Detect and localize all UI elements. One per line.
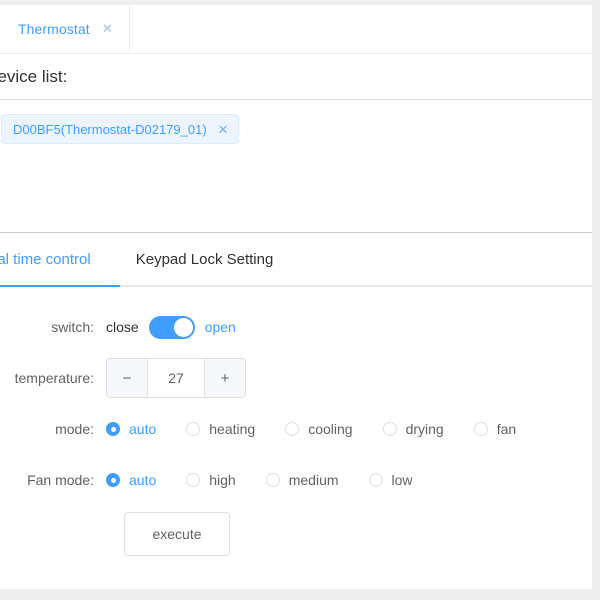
form-row-mode: mode: auto heating cooling drying fan [0,409,592,449]
temperature-stepper[interactable]: − 27 + [106,358,246,398]
device-list-title: device list: [0,54,592,100]
switch-control: close open [106,315,236,339]
execute-button[interactable]: execute [124,512,230,556]
fan-mode-option-auto[interactable]: auto [106,472,156,488]
close-icon[interactable]: ✕ [218,123,229,136]
mode-option-heating-label: heating [209,421,256,437]
document-tab-strip: Thermostat ✕ [0,5,592,54]
fan-mode-option-high-label: high [209,472,236,488]
mode-option-fan-label: fan [496,421,517,437]
device-list-title-text: device list: [0,66,68,86]
radio-icon [265,473,280,487]
app-page: Thermostat ✕ device list: D00BF5(Thermos… [0,5,592,589]
radio-icon [106,422,120,436]
tabs-active-indicator [0,285,120,287]
mode-option-cooling[interactable]: cooling [285,421,353,437]
tab-keypad-lock-setting[interactable]: Keypad Lock Setting [136,251,274,268]
radio-icon [186,422,201,436]
fan-mode-option-auto-label: auto [129,472,157,488]
fan-mode-label: Fan mode: [27,472,94,488]
plus-icon[interactable]: + [204,359,245,397]
radio-icon [186,473,201,487]
device-list-section: device list: D00BF5(Thermostat-D02179_01… [0,54,592,233]
document-tab-thermostat[interactable]: Thermostat ✕ [0,5,130,52]
fan-mode-radio-group: auto high medium low [106,472,443,488]
fan-mode-option-high[interactable]: high [186,472,236,488]
submit-row: execute [0,512,592,556]
mode-option-auto[interactable]: auto [106,421,156,437]
radio-icon [382,422,397,436]
mode-radio-group: auto heating cooling drying fan [106,421,546,437]
mode-option-cooling-label: cooling [308,421,353,437]
radio-icon [285,422,300,436]
tab-keypad-lock-setting-label: Keypad Lock Setting [135,251,274,268]
mode-option-fan[interactable]: fan [473,421,517,437]
document-tab-label: Thermostat [18,20,90,37]
form-row-switch: switch: close open [0,307,592,347]
switch-off-text: close [106,319,139,335]
switch-on-text: open [204,319,236,335]
mode-option-auto-label: auto [129,421,157,437]
control-tabs: real time control Keypad Lock Setting [0,233,592,287]
control-form: switch: close open temperature: − 27 + m… [0,287,592,556]
radio-icon [106,473,120,487]
switch-label: switch: [51,319,94,335]
tab-real-time-control-label: real time control [0,251,91,268]
screen: Thermostat ✕ device list: D00BF5(Thermos… [0,0,600,600]
mode-option-drying-label: drying [405,421,444,437]
mode-option-drying[interactable]: drying [382,421,444,437]
fan-mode-option-low-label: low [391,472,413,488]
mode-option-heating[interactable]: heating [186,421,255,437]
form-row-fan-mode: Fan mode: auto high medium low [0,460,592,500]
close-icon[interactable]: ✕ [102,22,113,35]
radio-icon [473,422,488,436]
radio-icon [368,473,383,487]
temperature-input[interactable]: 27 [148,359,204,397]
mode-label: mode: [55,421,94,437]
execute-button-label: execute [152,526,202,542]
device-tag[interactable]: D00BF5(Thermostat-D02179_01) ✕ [1,114,239,144]
fan-mode-option-medium-label: medium [288,472,339,488]
temperature-label: temperature: [14,370,94,386]
device-list-body: D00BF5(Thermostat-D02179_01) ✕ [0,100,592,233]
fan-mode-option-low[interactable]: low [368,472,413,488]
tab-real-time-control[interactable]: real time control [0,251,91,268]
power-switch-toggle[interactable] [148,315,195,339]
form-row-temperature: temperature: − 27 + [0,358,592,398]
device-tag-label: D00BF5(Thermostat-D02179_01) [13,121,207,137]
minus-icon[interactable]: − [107,359,148,397]
switch-knob [173,317,193,337]
fan-mode-option-medium[interactable]: medium [265,472,339,488]
